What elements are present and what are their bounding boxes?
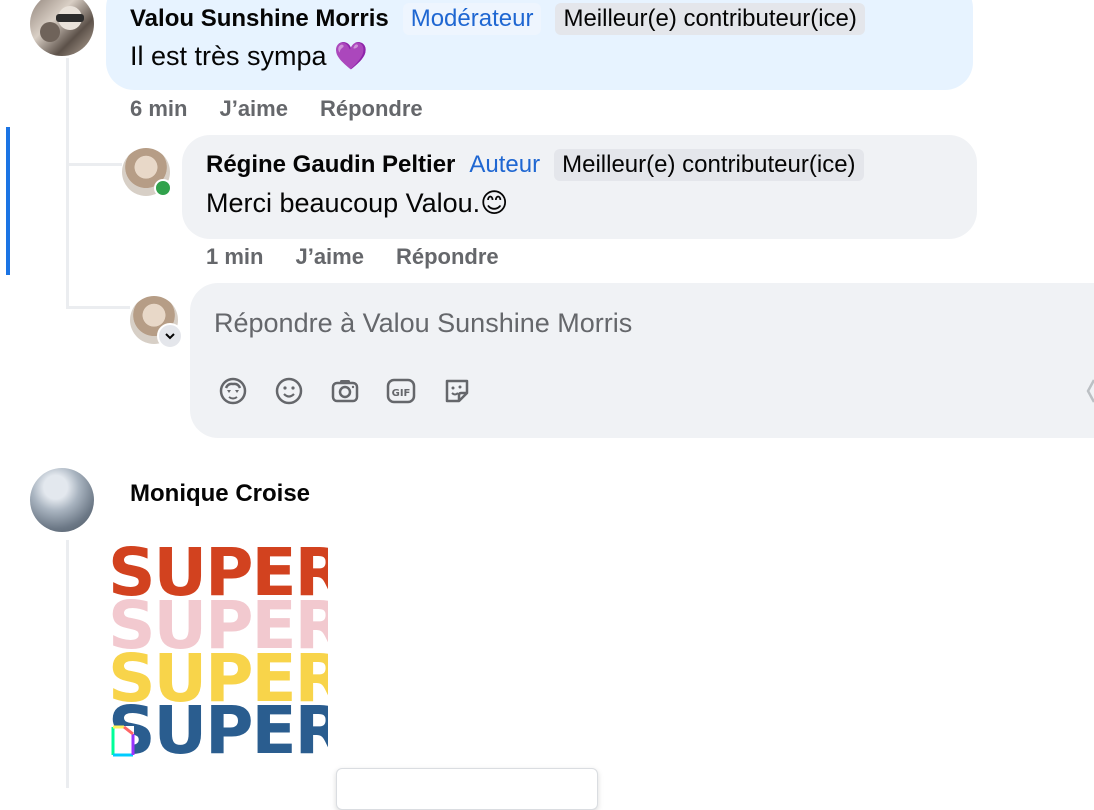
comment-actions: 6 min J’aime Répondre (130, 96, 423, 122)
reply-input[interactable] (212, 300, 1076, 346)
gif-icon[interactable]: GIF (384, 374, 418, 408)
avatar-sticker-icon[interactable] (216, 374, 250, 408)
role-label: Auteur (469, 151, 541, 178)
comment-time[interactable]: 6 min (130, 96, 187, 122)
thread-line-2 (66, 163, 69, 308)
emoji-icon[interactable] (272, 374, 306, 408)
gif-word-blue: SUPER (108, 692, 328, 759)
thread-line (66, 58, 69, 164)
giphy-logo-icon (110, 724, 136, 758)
like-button[interactable]: J’aime (295, 244, 364, 270)
reply-button[interactable]: Répondre (320, 96, 423, 122)
chevron-down-icon (165, 333, 175, 340)
thread-line-3 (66, 540, 69, 788)
author-name[interactable]: Valou Sunshine Morris (130, 5, 389, 33)
comment-header: Régine Gaudin Peltier Auteur Meilleur(e)… (206, 148, 864, 182)
thread-branch-2 (66, 306, 130, 309)
comment-text: Merci beaucoup Valou.😊 (206, 188, 509, 218)
author-name[interactable]: Régine Gaudin Peltier (206, 151, 455, 179)
thread-branch (66, 163, 122, 166)
role-label: Modérateur (402, 3, 542, 35)
camera-icon[interactable] (328, 374, 362, 408)
contributor-badge: Meilleur(e) contributeur(ice) (555, 3, 865, 35)
comment-header: Valou Sunshine Morris Modérateur Meilleu… (130, 2, 865, 36)
online-status-dot (154, 179, 172, 197)
contributor-badge: Meilleur(e) contributeur(ice) (554, 149, 864, 181)
avatar-photo-icon (40, 6, 84, 42)
like-button[interactable]: J’aime (219, 96, 288, 122)
svg-text:GIF: GIF (392, 388, 411, 399)
avatar[interactable] (30, 0, 94, 56)
comment-text: Il est très sympa 💜 (130, 41, 368, 71)
comment-actions: 1 min J’aime Répondre (206, 244, 499, 270)
avatar[interactable] (30, 468, 94, 532)
close-icon[interactable] (1086, 376, 1094, 406)
author-name[interactable]: Monique Croise (130, 480, 310, 508)
highlight-bar (6, 127, 10, 275)
gif-image[interactable]: SUPER SUPER SUPER SUPER (108, 538, 328, 759)
comment-time[interactable]: 1 min (206, 244, 263, 270)
sticker-icon[interactable] (440, 374, 474, 408)
account-switch-button[interactable] (157, 323, 183, 349)
reply-button[interactable]: Répondre (396, 244, 499, 270)
tooltip-popover (336, 768, 598, 810)
